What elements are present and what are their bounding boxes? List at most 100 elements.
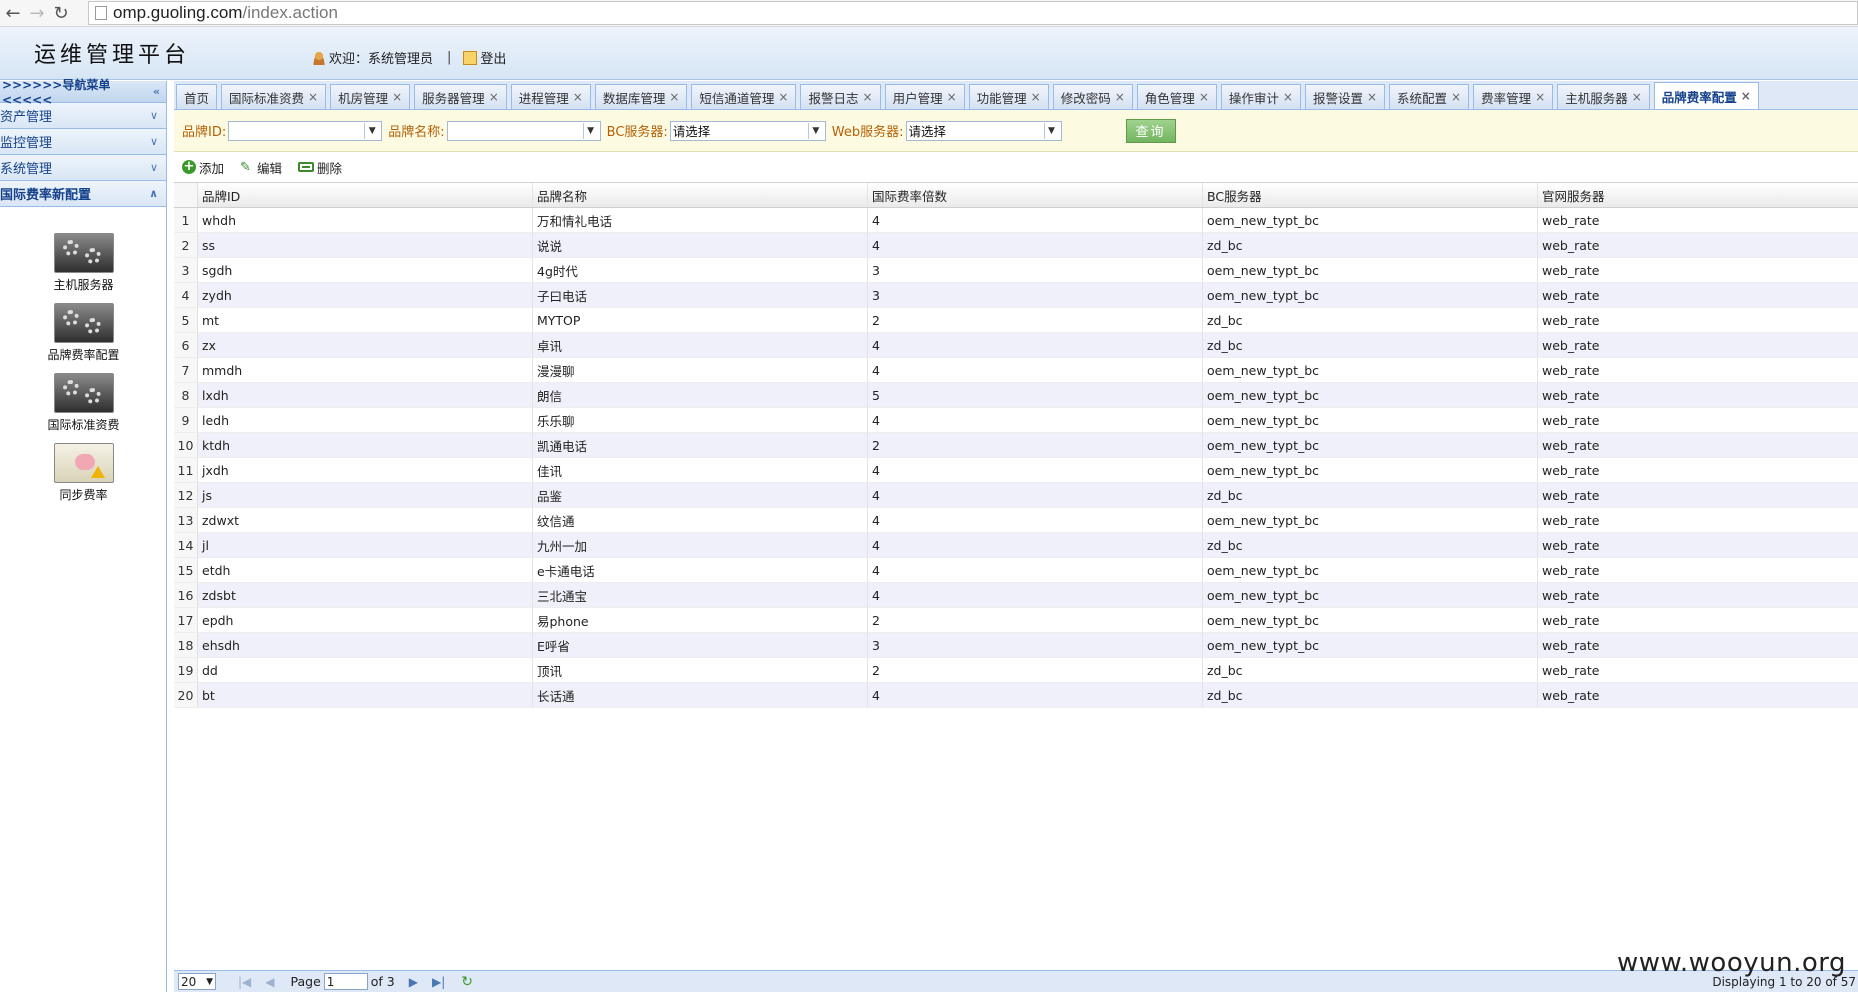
column-header-web-server[interactable]: 官网服务器 [1538, 183, 1858, 207]
column-header-rate-multiplier[interactable]: 国际费率倍数 [868, 183, 1203, 207]
tab-item[interactable]: 国际标准资费 × [221, 84, 327, 109]
chevron-down-icon[interactable]: ▼ [364, 122, 379, 139]
sync-warning-icon[interactable] [53, 443, 114, 483]
tab-label[interactable]: 费率管理 [1481, 88, 1531, 107]
tab-item[interactable]: 首页 [176, 84, 218, 109]
close-icon[interactable]: × [573, 90, 583, 104]
table-row[interactable]: 10 ktdh 凯通电话 2 oem_new_typt_bc web_rate [174, 433, 1858, 458]
gears-icon[interactable] [53, 233, 114, 273]
table-row[interactable]: 12 js 品鉴 4 zd_bc web_rate [174, 483, 1858, 508]
page-size-select[interactable]: 20 ▼ [178, 973, 216, 990]
tab-label[interactable]: 操作审计 [1229, 88, 1279, 107]
close-icon[interactable]: × [1283, 90, 1293, 104]
table-row[interactable]: 3 sgdh 4g时代 3 oem_new_typt_bc web_rate [174, 258, 1858, 283]
tab-item[interactable]: 用户管理 × [884, 84, 965, 109]
tab-label[interactable]: 功能管理 [977, 88, 1027, 107]
table-row[interactable]: 1 whdh 万和情礼电话 4 oem_new_typt_bc web_rate [174, 208, 1858, 233]
refresh-icon[interactable]: ↻ [461, 974, 473, 990]
close-icon[interactable]: × [863, 90, 873, 104]
chevron-down-icon[interactable]: ▼ [807, 122, 823, 139]
close-icon[interactable]: × [1199, 90, 1209, 104]
gears-icon[interactable] [53, 373, 114, 413]
tab-label[interactable]: 服务器管理 [422, 88, 485, 107]
app-sync-rate[interactable]: 同步费率 [0, 443, 167, 513]
tab-item[interactable]: 修改密码 × [1052, 84, 1133, 109]
close-icon[interactable]: × [392, 90, 402, 104]
tab-label[interactable]: 数据库管理 [603, 88, 666, 107]
app-label[interactable]: 国际标准资费 [47, 416, 119, 433]
query-button[interactable]: 查询 [1125, 118, 1176, 143]
tab-label[interactable]: 用户管理 [893, 88, 943, 107]
tab-label[interactable]: 机房管理 [338, 88, 388, 107]
tab-label[interactable]: 国际标准资费 [229, 88, 304, 107]
delete-button[interactable]: 删除 [298, 158, 342, 177]
app-intl-tariff[interactable]: 国际标准资费 [0, 373, 167, 443]
tab-item[interactable]: 功能管理 × [968, 84, 1049, 109]
table-row[interactable]: 15 etdh e卡通电话 4 oem_new_typt_bc web_rate [174, 558, 1858, 583]
chevron-down-icon[interactable]: ▼ [582, 122, 598, 139]
tab-item[interactable]: 主机服务器 × [1557, 84, 1650, 109]
tab-item[interactable]: 服务器管理 × [414, 84, 507, 109]
app-label[interactable]: 品牌费率配置 [47, 346, 119, 363]
reload-icon[interactable]: ↻ [50, 2, 72, 24]
logout-link[interactable]: 登出 [480, 48, 506, 67]
table-row[interactable]: 20 bt 长话通 4 zd_bc web_rate [174, 683, 1858, 708]
edit-button[interactable]: ✎ 编辑 [240, 158, 282, 177]
table-row[interactable]: 2 ss 说说 4 zd_bc web_rate [174, 233, 1858, 258]
chevron-double-down-icon[interactable]: ∨ [150, 161, 158, 174]
app-host-server[interactable]: 主机服务器 [0, 233, 167, 303]
app-label[interactable]: 主机服务器 [53, 276, 113, 293]
first-page-icon[interactable]: |◀ [238, 975, 251, 989]
tab-label[interactable]: 报警日志 [808, 88, 858, 107]
app-label[interactable]: 同步费率 [59, 486, 107, 503]
last-page-icon[interactable]: ▶| [432, 975, 445, 989]
back-arrow-icon[interactable]: ← [2, 2, 24, 24]
tab-label[interactable]: 短信通道管理 [699, 88, 774, 107]
close-icon[interactable]: × [489, 90, 499, 104]
chevron-down-icon[interactable]: ▼ [1043, 122, 1059, 139]
tab-item[interactable]: 操作审计 × [1220, 84, 1301, 109]
tab-item[interactable]: 报警设置 × [1304, 84, 1386, 109]
close-icon[interactable]: × [1115, 90, 1125, 104]
close-icon[interactable]: × [1451, 90, 1461, 104]
column-header-bc-server[interactable]: BC服务器 [1203, 183, 1538, 207]
tab-label[interactable]: 修改密码 [1061, 88, 1111, 107]
close-icon[interactable]: × [1632, 90, 1642, 104]
tab-item[interactable]: 短信通道管理 × [691, 84, 797, 109]
close-icon[interactable]: × [1031, 90, 1041, 104]
tab-item[interactable]: 数据库管理 × [594, 84, 688, 109]
forward-arrow-icon[interactable]: → [26, 2, 48, 24]
table-row[interactable]: 13 zdwxt 纹信通 4 oem_new_typt_bc web_rate [174, 508, 1858, 533]
tab-label[interactable]: 角色管理 [1145, 88, 1195, 107]
tab-item[interactable]: 机房管理 × [330, 84, 411, 109]
close-icon[interactable]: × [1367, 90, 1377, 104]
table-row[interactable]: 7 mmdh 漫漫聊 4 oem_new_typt_bc web_rate [174, 358, 1858, 383]
tab-label[interactable]: 进程管理 [519, 88, 569, 107]
table-row[interactable]: 8 lxdh 朗信 5 oem_new_typt_bc web_rate [174, 383, 1858, 408]
tab-item[interactable]: 费率管理 × [1473, 84, 1554, 109]
nav-section-monitor[interactable]: 监控管理 ∨ [0, 129, 166, 155]
table-row[interactable]: 17 epdh 易phone 2 oem_new_typt_bc web_rate [174, 608, 1858, 633]
tab-item[interactable]: 报警日志 × [800, 84, 881, 109]
brand-id-combo[interactable]: ▼ [228, 120, 383, 141]
column-header-brand-name[interactable]: 品牌名称 [533, 183, 868, 207]
table-row[interactable]: 4 zydh 子曰电话 3 oem_new_typt_bc web_rate [174, 283, 1858, 308]
tab-label[interactable]: 系统配置 [1397, 88, 1447, 107]
table-row[interactable]: 6 zx 卓讯 4 zd_bc web_rate [174, 333, 1858, 358]
bc-server-select[interactable]: 请选择 ▼ [669, 120, 826, 141]
logout-icon[interactable] [463, 50, 478, 65]
page-number-input[interactable]: 1 [323, 973, 368, 990]
tab-item[interactable]: 品牌费率配置 × [1653, 82, 1759, 109]
close-icon[interactable]: × [947, 90, 957, 104]
table-row[interactable]: 16 zdsbt 三北通宝 4 oem_new_typt_bc web_rate [174, 583, 1858, 608]
chevron-double-up-icon[interactable]: ∧ [149, 187, 158, 200]
next-page-icon[interactable]: ▶ [409, 975, 418, 989]
nav-section-intl-rate[interactable]: 国际费率新配置 ∧ [0, 181, 166, 207]
web-server-select[interactable]: 请选择 ▼ [905, 120, 1062, 141]
nav-section-system[interactable]: 系统管理 ∨ [0, 155, 166, 181]
tab-label[interactable]: 首页 [184, 88, 209, 107]
app-brand-rate[interactable]: 品牌费率配置 [0, 303, 167, 373]
close-icon[interactable]: × [778, 90, 788, 104]
tab-label[interactable]: 主机服务器 [1565, 88, 1628, 107]
tab-label[interactable]: 报警设置 [1313, 88, 1363, 107]
